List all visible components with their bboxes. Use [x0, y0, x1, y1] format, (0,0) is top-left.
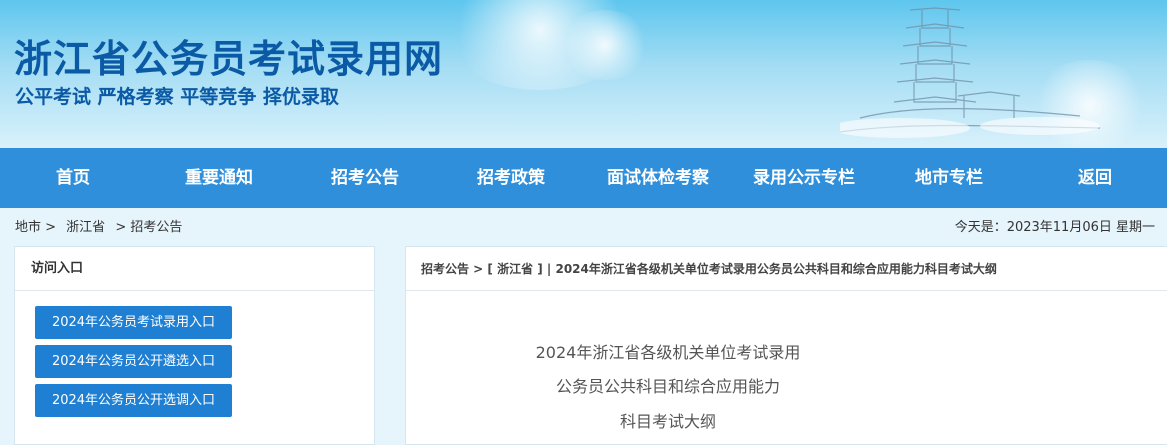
entry-button-selection[interactable]: 2024年公务员公开遴选入口 [35, 345, 232, 378]
entry-button-recruitment[interactable]: 2024年公务员考试录用入口 [35, 306, 232, 339]
article-title-line: 2024年浙江省各级机关单位考试录用 [535, 343, 801, 362]
nav-interview-exam[interactable]: 面试体检考察 [598, 148, 718, 208]
nav-hiring-publicity[interactable]: 录用公示专栏 [744, 148, 864, 208]
article-path: 招考公告 > [ 浙江省 ] | 2024年浙江省各级机关单位考试录用公务员公共… [406, 247, 1167, 291]
site-slogan: 公平考试 严格考察 平等竞争 择优录取 [15, 86, 339, 108]
main-nav: 首页 重要通知 招考公告 招考政策 面试体检考察 录用公示专栏 地市专栏 返回 [0, 148, 1167, 208]
nav-city-column[interactable]: 地市专栏 [906, 148, 992, 208]
article-title-line: 公务员公共科目和综合应用能力 [555, 377, 780, 396]
breadcrumb-item[interactable]: 地市 > [15, 220, 56, 235]
sparkle [560, 10, 650, 80]
entry-button-transfer[interactable]: 2024年公务员公开选调入口 [35, 384, 232, 417]
current-date: 今天是：2023年11月06日 星期一 [954, 220, 1155, 235]
breadcrumb-item[interactable]: 浙江省 [66, 220, 105, 235]
breadcrumb-item[interactable]: > 招考公告 [115, 220, 182, 235]
nav-recruitment-policy[interactable]: 招考政策 [468, 148, 554, 208]
nav-back[interactable]: 返回 [1068, 148, 1122, 208]
article-panel: 招考公告 > [ 浙江省 ] | 2024年浙江省各级机关单位考试录用公务员公共… [405, 246, 1167, 445]
nav-recruitment-announcements[interactable]: 招考公告 [322, 148, 408, 208]
access-entry-title: 访问入口 [15, 247, 374, 291]
header-banner: 浙江省公务员考试录用网 公平考试 严格考察 平等竞争 择优录取 [0, 0, 1167, 148]
site-title: 浙江省公务员考试录用网 [14, 37, 444, 81]
access-entry-panel: 访问入口 2024年公务员考试录用入口 2024年公务员公开遴选入口 2024年… [14, 246, 375, 445]
nav-important-notices[interactable]: 重要通知 [176, 148, 262, 208]
nav-home[interactable]: 首页 [42, 148, 104, 208]
article-title-line: 科目考试大纲 [619, 412, 716, 431]
pagoda-illustration [840, 7, 1100, 138]
breadcrumb: 地市 > 浙江省 > 招考公告 [15, 216, 188, 236]
